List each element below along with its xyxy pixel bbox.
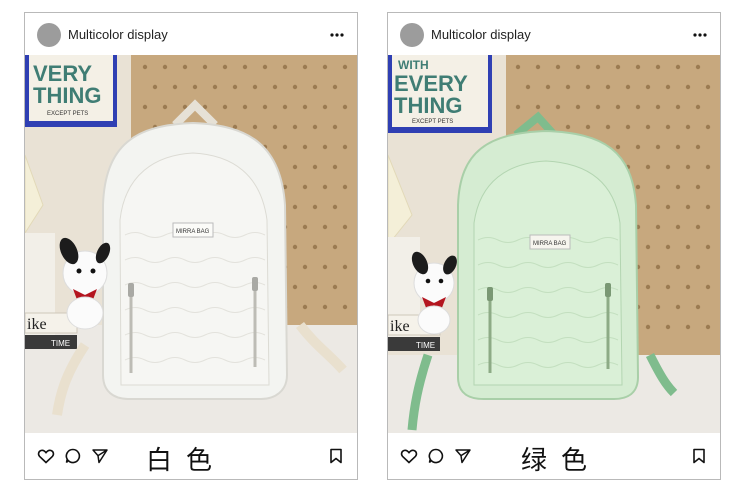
post-header: Multicolor display: [388, 13, 720, 55]
comment-icon[interactable]: [427, 447, 445, 465]
bag-label: MIRRA BAG: [176, 229, 210, 235]
svg-text:TIME: TIME: [51, 339, 70, 348]
svg-text:ike: ike: [390, 318, 410, 335]
heart-icon[interactable]: [400, 447, 418, 465]
svg-text:THING: THING: [33, 83, 101, 108]
poster-text: WITH: [398, 58, 429, 72]
more-icon[interactable]: [329, 27, 345, 43]
heart-icon[interactable]: [37, 447, 55, 465]
comment-icon[interactable]: [64, 447, 82, 465]
avatar[interactable]: [400, 23, 424, 47]
post-caption: 绿色: [521, 446, 602, 476]
post-photo[interactable]: WITH EVERY THING EXCEPT PETS ike TIME MI…: [388, 55, 720, 433]
send-icon[interactable]: [454, 447, 472, 465]
post-card-white: Multicolor display VERY THING EXCEPT PET…: [24, 12, 358, 480]
post-author[interactable]: Multicolor display: [431, 27, 531, 42]
post-card-green: Multicolor display WITH EVERY THING EXCE…: [387, 12, 721, 480]
post-header: Multicolor display: [25, 13, 357, 55]
bookmark-icon[interactable]: [327, 447, 345, 465]
svg-text:ike: ike: [27, 316, 47, 333]
post-actions: 白色: [25, 433, 357, 479]
bag-label: MIRRA BAG: [533, 241, 567, 247]
post-caption: 白色: [146, 446, 227, 476]
post-author[interactable]: Multicolor display: [68, 27, 168, 42]
poster-subtext: EXCEPT PETS: [47, 111, 88, 117]
avatar[interactable]: [37, 23, 61, 47]
send-icon[interactable]: [91, 447, 109, 465]
svg-text:THING: THING: [394, 93, 462, 118]
svg-text:TIME: TIME: [416, 341, 435, 350]
more-icon[interactable]: [692, 27, 708, 43]
bookmark-icon[interactable]: [690, 447, 708, 465]
poster-subtext: EXCEPT PETS: [412, 119, 453, 125]
post-photo[interactable]: VERY THING EXCEPT PETS ike TIME MIRRA BA…: [25, 55, 357, 433]
post-actions: 绿色: [388, 433, 720, 479]
